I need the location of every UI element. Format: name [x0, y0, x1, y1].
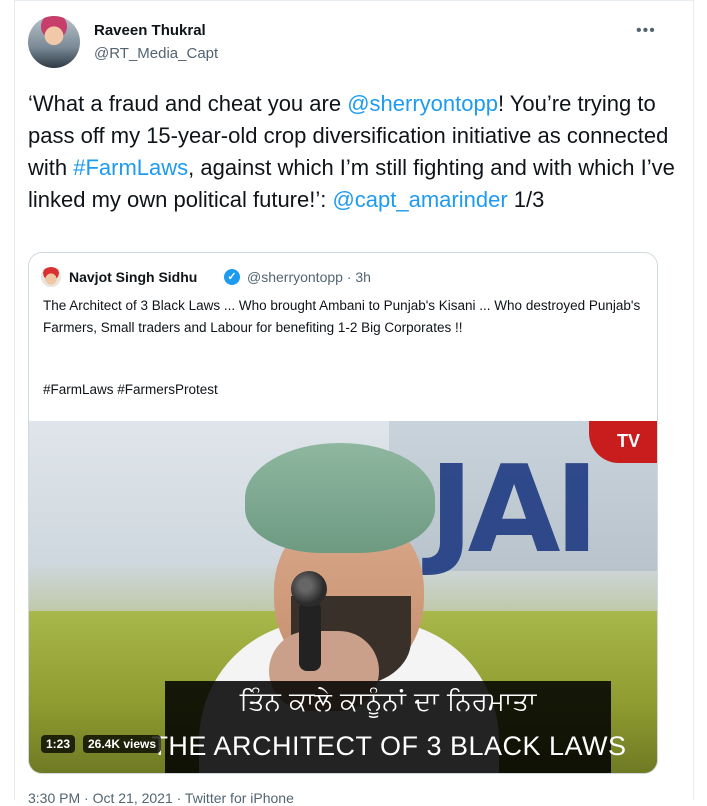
- author-name[interactable]: Raveen Thukral: [94, 22, 206, 39]
- hashtag-link[interactable]: #FarmLaws: [73, 155, 188, 180]
- subtitle-punjabi: ਤਿੰਨ ਕਾਲੇ ਕਾਨੂੰਨਾਂ ਦਾ ਨਿਰਮਾਤਾ: [239, 687, 537, 717]
- tweet-timestamp[interactable]: 3:30 PM · Oct 21, 2021 · Twitter for iPh…: [28, 790, 294, 806]
- background-banner-letters: JAI: [429, 441, 599, 580]
- mention-link[interactable]: @sherryontopp: [347, 91, 498, 116]
- mention-link[interactable]: @capt_amarinder: [332, 187, 507, 212]
- quoted-tweet-hashtags: #FarmLaws #FarmersProtest: [43, 382, 218, 397]
- speaker-turban: [245, 443, 435, 553]
- subtitle-english: THE ARCHITECT OF 3 BLACK LAWS: [151, 731, 627, 761]
- author-handle[interactable]: @RT_Media_Capt: [94, 45, 218, 62]
- frame-border-right: [693, 0, 694, 800]
- tv-logo-text: TV: [617, 431, 641, 451]
- more-options-icon[interactable]: •••: [636, 22, 656, 40]
- quoted-author-name: Navjot Singh Sidhu: [69, 269, 198, 285]
- frame-border-top: [14, 0, 694, 1]
- frame-border-left: [14, 0, 15, 800]
- quoted-author-handle-time: @sherryontopp · 3h: [247, 269, 371, 285]
- microphone-icon: [291, 571, 327, 607]
- tweet-text: ‘What a fraud and cheat you are @sherryo…: [28, 88, 678, 216]
- verified-badge-icon: ✓: [224, 269, 240, 285]
- video-views-badge: 26.4K views: [83, 735, 162, 753]
- video-player[interactable]: JAI TV ਤਿੰਨ ਕਾਲੇ ਕਾਨੂੰਨਾਂ ਦਾ ਨਿਰਮਾਤਾ THE…: [29, 421, 657, 773]
- tweet-text-part: ‘What a fraud and cheat you are: [28, 91, 348, 116]
- tweet-text-part: 1/3: [507, 187, 545, 212]
- video-duration-badge: 1:23: [41, 735, 76, 753]
- author-avatar[interactable]: [28, 16, 80, 68]
- quoted-tweet-card[interactable]: Navjot Singh Sidhu ✓ @sherryontopp · 3h …: [28, 252, 658, 774]
- quoted-tweet-body: The Architect of 3 Black Laws ... Who br…: [43, 298, 641, 335]
- quoted-author-avatar: [41, 267, 61, 287]
- microphone-handle: [299, 601, 321, 671]
